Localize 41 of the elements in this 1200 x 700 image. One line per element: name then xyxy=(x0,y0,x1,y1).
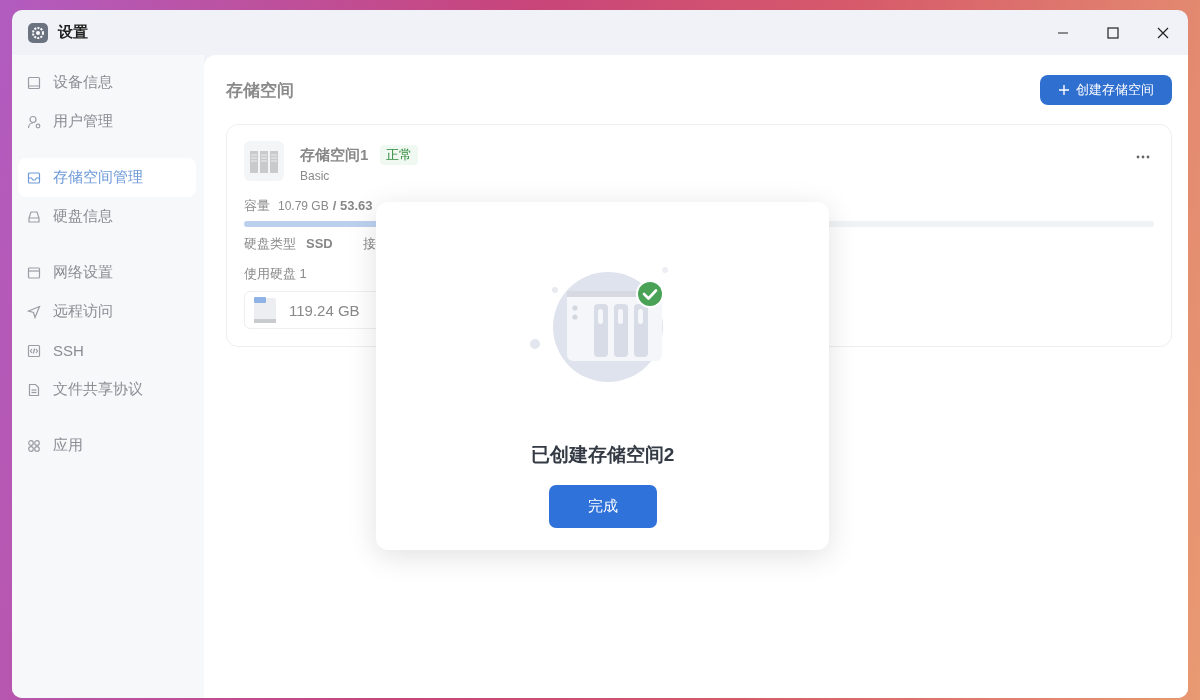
gear-icon xyxy=(28,22,48,43)
item-icon xyxy=(27,170,41,185)
item-icon xyxy=(27,304,41,319)
disk-type-label: 硬盘类型 xyxy=(244,235,296,253)
item-icon xyxy=(27,438,41,453)
sidebar-item[interactable]: 存储空间管理 xyxy=(18,158,196,197)
sidebar-item[interactable]: 设备信息 xyxy=(18,63,196,102)
done-button[interactable]: 完成 xyxy=(548,485,657,528)
sidebar-item[interactable]: 应用 xyxy=(18,426,196,465)
item-icon xyxy=(27,265,41,280)
dialog-message: 已创建存储空间2 xyxy=(530,443,675,467)
item-icon xyxy=(27,382,41,397)
disks-label: 使用硬盘 1 xyxy=(244,265,307,283)
server-icon xyxy=(244,141,284,181)
item-icon xyxy=(27,114,41,129)
more-icon xyxy=(1136,155,1150,159)
disk-type: SSD xyxy=(306,236,333,251)
item-icon xyxy=(27,75,41,90)
page-title: 存储空间 xyxy=(226,79,294,102)
plus-icon xyxy=(1058,84,1070,96)
disk-size: 119.24 GB xyxy=(289,301,360,319)
sidebar-item[interactable]: 用户管理 xyxy=(18,102,196,141)
sidebar-item[interactable]: SSH xyxy=(18,331,196,370)
window-title: 设置 xyxy=(58,23,88,42)
item-icon xyxy=(27,343,41,358)
storage-name: 存储空间1 xyxy=(300,145,369,165)
create-button[interactable]: 创建存储空间 xyxy=(1040,75,1172,105)
item-icon xyxy=(27,209,41,224)
sidebar-item[interactable]: 远程访问 xyxy=(18,292,196,331)
used-capacity: 10.79 GB xyxy=(278,199,329,213)
interface-label: 接 xyxy=(362,235,376,253)
status-tag: 正常 xyxy=(380,145,419,165)
capacity-label: 容量 xyxy=(244,197,270,215)
sidebar-item[interactable]: 文件共享协议 xyxy=(18,370,196,409)
sidebar-item[interactable]: 网络设置 xyxy=(18,253,196,292)
maximize-icon xyxy=(1107,26,1119,39)
total-capacity: / 53.63 xyxy=(332,198,373,213)
ssd-icon xyxy=(253,296,277,324)
close-icon xyxy=(1157,26,1169,39)
sidebar-item[interactable]: 硬盘信息 xyxy=(18,197,196,236)
storage-type: Basic xyxy=(300,169,331,183)
